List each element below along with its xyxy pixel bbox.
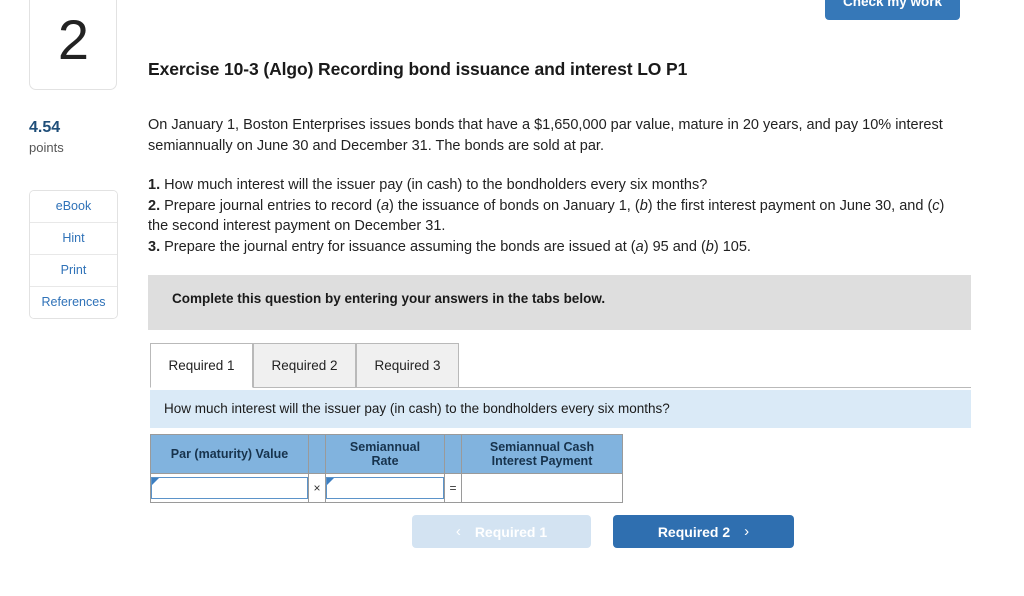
cash-interest-payment-cell [461,473,623,503]
requirement-3-text-part3: ) 105. [713,238,751,255]
previous-requirement-button[interactable]: ‹ Required 1 [412,515,591,548]
requirement-2-label-b: b [639,197,648,214]
cell-flag-icon [327,478,334,485]
requirement-3: 3. Prepare the journal entry for issuanc… [148,237,958,258]
column-header-cash-interest-payment: Semiannual Cash Interest Payment [461,434,623,474]
hint-button[interactable]: Hint [30,223,117,255]
exercise-title: Exercise 10-3 (Algo) Recording bond issu… [148,59,688,79]
multiply-operator-cell: × [308,473,326,503]
column-header-equals-spacer [444,434,462,474]
requirement-2-text-part1: Prepare journal entries to record ( [164,197,381,214]
requirement-1-text: How much interest will the issuer pay (i… [164,177,708,193]
requirement-3-text-part2: ) 95 and ( [643,238,706,255]
requirement-2-number: 2. [148,197,161,214]
previous-requirement-label: Required 1 [474,523,548,540]
requirements-list: 1. How much interest will the issuer pay… [148,175,958,257]
rate-cell [325,473,445,503]
column-header-multiply-spacer [308,434,326,474]
requirement-2: 2. Prepare journal entries to record (a)… [148,196,958,237]
requirement-3-label-a: a [635,238,644,255]
requirement-prompt-text: How much interest will the issuer pay (i… [164,401,670,416]
next-requirement-label: Required 2 [657,523,731,540]
exercise-intro: On January 1, Boston Enterprises issues … [148,117,943,154]
tab-required-1[interactable]: Required 1 [150,343,253,388]
points-label: points [29,140,64,156]
chevron-right-icon: › [744,523,750,540]
requirement-2-label-a: a [380,197,390,214]
cell-flag-icon [152,478,159,485]
ebook-button[interactable]: eBook [30,191,117,223]
instructions-banner-text: Complete this question by entering your … [172,291,606,306]
points-block: 4.54 points [29,118,129,155]
points-value: 4.54 [29,119,61,136]
column-header-payment-line2: Interest Payment [491,454,593,468]
column-header-semiannual-rate-line1: Semiannual [349,440,421,454]
requirement-tabs: Required 1 Required 2 Required 3 [150,343,971,388]
question-number-card: 2 [29,0,117,90]
check-my-work-button[interactable]: Check my work [824,0,960,20]
requirement-2-text-part3: ) the first interest payment on June 30,… [647,197,933,214]
requirement-3-text-part1: Prepare the journal entry for issuance a… [164,238,636,255]
tab-required-2[interactable]: Required 2 [253,343,356,388]
requirement-2-label-c: c [932,197,940,214]
answer-table: Par (maturity) Value Semiannual Rate Sem… [150,434,623,503]
par-value-cell [150,473,309,503]
references-button[interactable]: References [30,287,117,318]
next-requirement-button[interactable]: Required 2 › [613,515,794,548]
print-button[interactable]: Print [30,255,117,287]
requirement-3-label-b: b [705,238,714,255]
equals-operator-cell: = [444,473,462,503]
question-number: 2 [57,8,89,71]
tab-required-3[interactable]: Required 3 [356,343,459,388]
par-value-input[interactable] [151,477,308,499]
resource-button-group: eBook Hint Print References [29,190,118,319]
column-header-semiannual-rate: Semiannual Rate [325,434,445,474]
question-sidebar: 2 4.54 points eBook Hint Print Reference… [0,0,148,596]
instructions-banner: Complete this question by entering your … [148,275,971,330]
semiannual-rate-input[interactable] [326,477,444,499]
column-header-payment-line1: Semiannual Cash [489,440,595,454]
answer-table-header-row: Par (maturity) Value Semiannual Rate Sem… [150,434,623,474]
requirement-3-number: 3. [148,238,161,255]
chevron-left-icon: ‹ [455,523,461,540]
exercise-main: Check my work Exercise 10-3 (Algo) Recor… [148,0,1024,596]
answer-table-row: × = [150,473,623,503]
requirement-prompt: How much interest will the issuer pay (i… [150,390,971,428]
requirement-1-number: 1. [148,177,161,193]
column-header-par-value: Par (maturity) Value [150,434,309,474]
requirement-1: 1. How much interest will the issuer pay… [148,175,958,196]
requirement-2-text-part2: ) the issuance of bonds on January 1, ( [389,197,640,214]
column-header-semiannual-rate-line2: Rate [371,454,399,468]
